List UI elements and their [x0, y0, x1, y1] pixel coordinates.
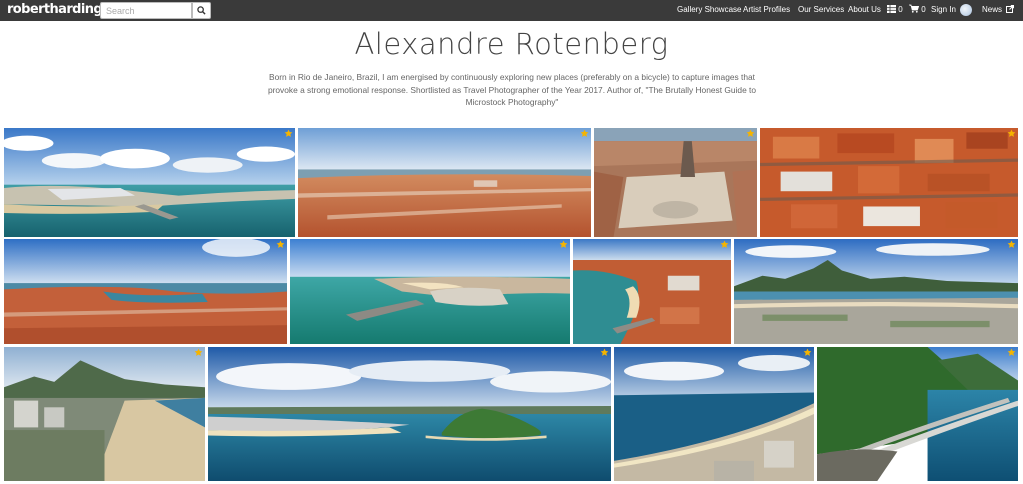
- sign-in-link[interactable]: Sign In: [931, 4, 956, 16]
- gallery-photo[interactable]: [4, 347, 205, 481]
- gallery-photo[interactable]: [290, 239, 570, 344]
- photo-image: [290, 239, 570, 344]
- star-icon[interactable]: [276, 240, 285, 249]
- artist-name-heading: Alexandre Rotenberg: [354, 27, 669, 61]
- photo-image: [817, 347, 1018, 481]
- star-icon[interactable]: [1007, 348, 1016, 357]
- star-icon[interactable]: [580, 129, 589, 138]
- gallery-photo[interactable]: [4, 128, 295, 237]
- top-nav-bar: robertharding Gallery Showcase Artist Pr…: [0, 0, 1023, 21]
- photo-image: [208, 347, 611, 481]
- photo-image: [4, 347, 205, 481]
- star-icon[interactable]: [720, 240, 729, 249]
- star-icon[interactable]: [803, 348, 812, 357]
- external-link-icon: [1006, 4, 1015, 13]
- photo-image: [573, 239, 731, 344]
- photo-image: [760, 128, 1018, 237]
- star-icon[interactable]: [559, 240, 568, 249]
- lightbox-count: 0: [898, 5, 903, 14]
- search-input[interactable]: [100, 2, 192, 19]
- gallery-photo[interactable]: [4, 239, 287, 344]
- news-label: News: [982, 5, 1003, 14]
- star-icon[interactable]: [1007, 240, 1016, 249]
- site-logo[interactable]: robertharding: [7, 2, 103, 17]
- photo-image: [614, 347, 814, 481]
- cart-count: 0: [921, 5, 926, 14]
- star-icon[interactable]: [194, 348, 203, 357]
- cart-link[interactable]: 0: [909, 4, 926, 16]
- gallery-photo[interactable]: [760, 128, 1018, 237]
- artist-bio: Born in Rio de Janeiro, Brazil, I am ene…: [267, 72, 757, 107]
- star-icon[interactable]: [746, 129, 755, 138]
- photo-image: [298, 128, 591, 237]
- nav-our-services[interactable]: Our Services: [798, 4, 844, 16]
- gallery-photo[interactable]: [298, 128, 591, 237]
- language-globe-icon[interactable]: [960, 4, 972, 16]
- news-link[interactable]: News: [982, 4, 1015, 16]
- lightbox-link[interactable]: 0: [887, 4, 903, 16]
- star-icon[interactable]: [600, 348, 609, 357]
- gallery-photo[interactable]: [614, 347, 814, 481]
- star-icon[interactable]: [284, 129, 293, 138]
- gallery-photo[interactable]: [594, 128, 757, 237]
- photo-image: [4, 128, 295, 237]
- nav-gallery-showcase[interactable]: Gallery Showcase: [677, 4, 741, 16]
- gallery-photo[interactable]: [734, 239, 1018, 344]
- star-icon[interactable]: [1007, 129, 1016, 138]
- photo-image: [594, 128, 757, 237]
- search-button[interactable]: [192, 2, 211, 19]
- nav-artist-profiles[interactable]: Artist Profiles: [743, 4, 790, 16]
- gallery-photo[interactable]: [817, 347, 1018, 481]
- cart-icon: [909, 4, 920, 13]
- photo-image: [4, 239, 287, 344]
- photo-image: [734, 239, 1018, 344]
- search-icon: [197, 6, 206, 15]
- grid-icon: [887, 5, 896, 13]
- gallery-photo[interactable]: [208, 347, 611, 481]
- gallery-photo[interactable]: [573, 239, 731, 344]
- nav-about-us[interactable]: About Us: [848, 4, 881, 16]
